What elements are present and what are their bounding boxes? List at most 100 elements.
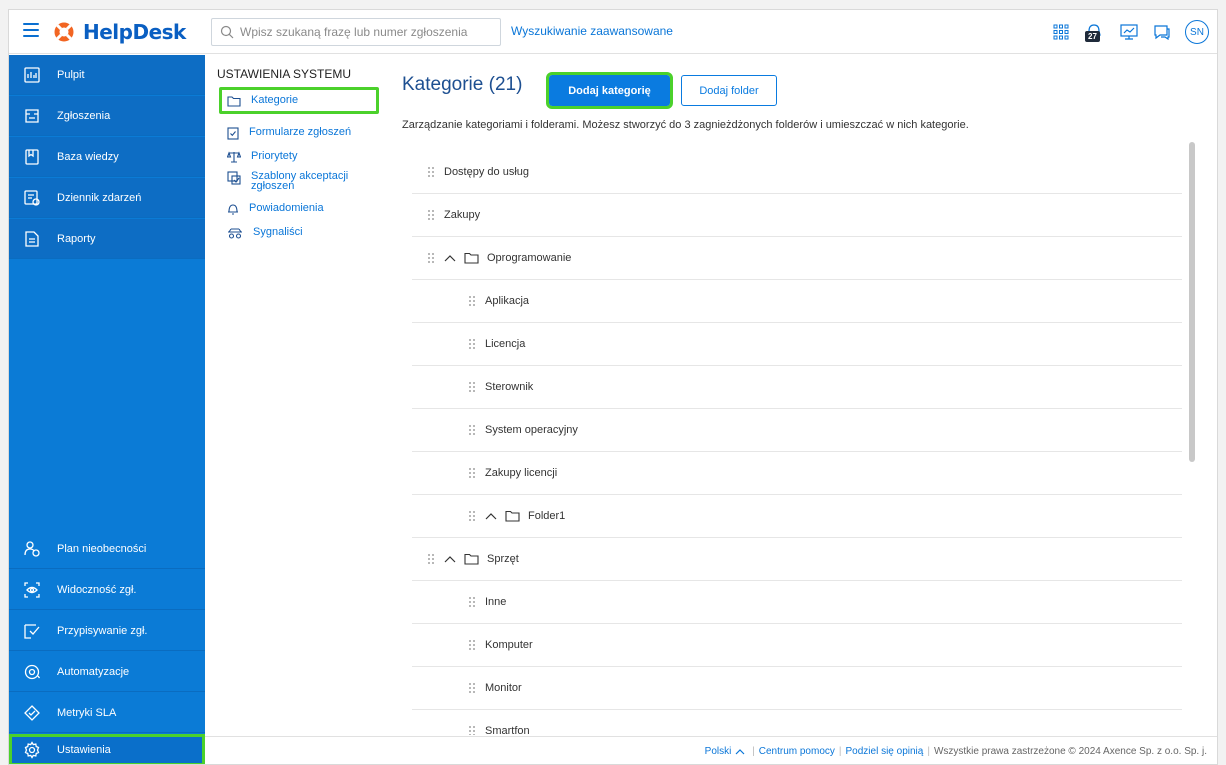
chevron-up-icon[interactable] [444, 555, 456, 563]
add-folder-button[interactable]: Dodaj folder [681, 75, 777, 106]
sidebar-item-label: Pulpit [57, 68, 85, 81]
row-label: Monitor [485, 682, 522, 694]
row-label: Smartfon [485, 725, 530, 735]
category-row[interactable]: Zakupy [412, 194, 1182, 237]
whistleblower-icon [228, 228, 242, 239]
sidebar-item-automatyzacje[interactable]: Automatyzacje [9, 652, 205, 692]
sidebar-item-label: Przypisywanie zgł. [57, 624, 148, 637]
category-row[interactable]: Sterownik [412, 366, 1182, 409]
automation-icon [24, 664, 41, 679]
settings-panel: USTAWIENIA SYSTEMU Kategorie Formularze … [205, 55, 391, 735]
feedback-link[interactable]: Podziel się opinią [846, 746, 924, 757]
chevron-up-icon[interactable] [735, 748, 745, 756]
user-avatar[interactable]: SN [1185, 20, 1209, 44]
settings-item-szablony[interactable]: Szablony akceptacji zgłoszeń [227, 170, 377, 192]
add-category-button[interactable]: Dodaj kategorię [546, 72, 673, 109]
sidebar-item-widocznosc[interactable]: Widoczność zgł. [9, 570, 205, 610]
folder-row[interactable]: Sprzęt [412, 538, 1182, 581]
lifebuoy-icon [54, 22, 74, 42]
tickets-icon [25, 108, 39, 123]
category-row[interactable]: Monitor [412, 667, 1182, 710]
settings-item-powiadomienia[interactable]: Powiadomienia [227, 203, 324, 216]
notifications-count-badge: 27 [1085, 31, 1100, 42]
sidebar-item-ustawienia[interactable]: Ustawienia [9, 734, 205, 764]
help-center-link[interactable]: Centrum pomocy [759, 746, 835, 757]
logo[interactable]: HelpDesk [53, 19, 186, 45]
settings-item-label: Formularze zgłoszeń [249, 126, 352, 138]
category-row[interactable]: Aplikacja [412, 280, 1182, 323]
page-description: Zarządzanie kategoriami i folderami. Moż… [402, 119, 969, 131]
chevron-up-icon[interactable] [485, 512, 497, 520]
drag-handle-icon[interactable] [469, 425, 475, 435]
list-scrollbar[interactable] [1189, 142, 1195, 462]
page-title-text: Kategorie [402, 74, 484, 95]
category-row[interactable]: Licencja [412, 323, 1182, 366]
drag-handle-icon[interactable] [428, 210, 434, 220]
category-row[interactable]: Dostępy do usług [412, 151, 1182, 194]
apps-grid-icon[interactable] [1053, 24, 1069, 40]
notifications-button[interactable]: 27 [1083, 21, 1105, 43]
drag-handle-icon[interactable] [469, 597, 475, 607]
language-selector[interactable]: Polski [705, 746, 732, 757]
sidebar-item-baza-wiedzy[interactable]: Baza wiedzy [9, 137, 205, 177]
drag-handle-icon[interactable] [469, 382, 475, 392]
drag-handle-icon[interactable] [469, 468, 475, 478]
sidebar-item-label: Automatyzacje [57, 665, 130, 678]
folder-row[interactable]: Folder1 [412, 495, 1182, 538]
search-input[interactable] [240, 25, 490, 39]
sidebar-item-zgloszenia[interactable]: Zgłoszenia [9, 96, 205, 136]
category-row[interactable]: Smartfon [412, 710, 1182, 735]
footer-separator: | [838, 746, 842, 757]
drag-handle-icon[interactable] [469, 683, 475, 693]
category-row[interactable]: Zakupy licencji [412, 452, 1182, 495]
app-window: HelpDesk Wyszukiwanie zaawansowane 27 SN [8, 9, 1218, 765]
drag-handle-icon[interactable] [469, 640, 475, 650]
dashboard-icon [24, 66, 40, 83]
folder-icon [464, 252, 479, 264]
sidebar-item-pulpit[interactable]: Pulpit [9, 55, 205, 95]
sidebar-item-metryki-sla[interactable]: Metryki SLA [9, 693, 205, 733]
folder-icon [227, 95, 241, 107]
advanced-search-link[interactable]: Wyszukiwanie zaawansowane [511, 24, 673, 38]
settings-item-sygnalisci[interactable]: Sygnaliści [227, 227, 303, 239]
category-row[interactable]: System operacyjny [412, 409, 1182, 452]
settings-item-priorytety[interactable]: Priorytety [227, 151, 297, 163]
category-row[interactable]: Inne [412, 581, 1182, 624]
settings-item-label: Szablony akceptacji zgłoszeń [251, 170, 349, 192]
sidebar-item-raporty[interactable]: Raporty [9, 219, 205, 259]
sidebar-item-label: Zgłoszenia [57, 109, 111, 122]
search-box[interactable] [211, 18, 501, 46]
main-content: Kategorie (21) Dodaj kategorię Dodaj fol… [391, 55, 1217, 735]
visibility-icon [24, 581, 40, 598]
drag-handle-icon[interactable] [469, 296, 475, 306]
event-log-icon [24, 189, 40, 206]
chat-icon[interactable] [1153, 24, 1171, 40]
settings-panel-title: USTAWIENIA SYSTEMU [217, 67, 352, 81]
category-count: (21) [488, 74, 523, 95]
monitor-chart-icon[interactable] [1119, 23, 1139, 41]
drag-handle-icon[interactable] [469, 726, 475, 735]
sidebar-item-plan-nieobecnosci[interactable]: Plan nieobecności [9, 529, 205, 569]
settings-item-kategorie[interactable]: Kategorie [219, 87, 379, 114]
settings-item-label: Kategorie [251, 94, 299, 106]
folder-row[interactable]: Oprogramowanie [412, 237, 1182, 280]
category-row[interactable]: Komputer [412, 624, 1182, 667]
sidebar-item-label: Metryki SLA [57, 706, 117, 719]
drag-handle-icon[interactable] [428, 167, 434, 177]
sla-icon [24, 704, 40, 721]
drag-handle-icon[interactable] [469, 339, 475, 349]
row-label: Zakupy [444, 209, 481, 221]
sidebar-item-przypisywanie[interactable]: Przypisywanie zgł. [9, 611, 205, 651]
sidebar-item-label: Dziennik zdarzeń [57, 191, 142, 204]
knowledge-base-icon [25, 148, 39, 165]
chevron-up-icon[interactable] [444, 254, 456, 262]
sidebar-item-label: Plan nieobecności [57, 542, 147, 555]
scales-icon [227, 151, 241, 163]
drag-handle-icon[interactable] [469, 511, 475, 521]
sidebar-item-dziennik-zdarzen[interactable]: Dziennik zdarzeń [9, 178, 205, 218]
drag-handle-icon[interactable] [428, 253, 434, 263]
row-label: Licencja [485, 338, 526, 350]
settings-item-formularze[interactable]: Formularze zgłoszeń [227, 127, 351, 140]
drag-handle-icon[interactable] [428, 554, 434, 564]
hamburger-menu-icon[interactable] [23, 23, 39, 39]
